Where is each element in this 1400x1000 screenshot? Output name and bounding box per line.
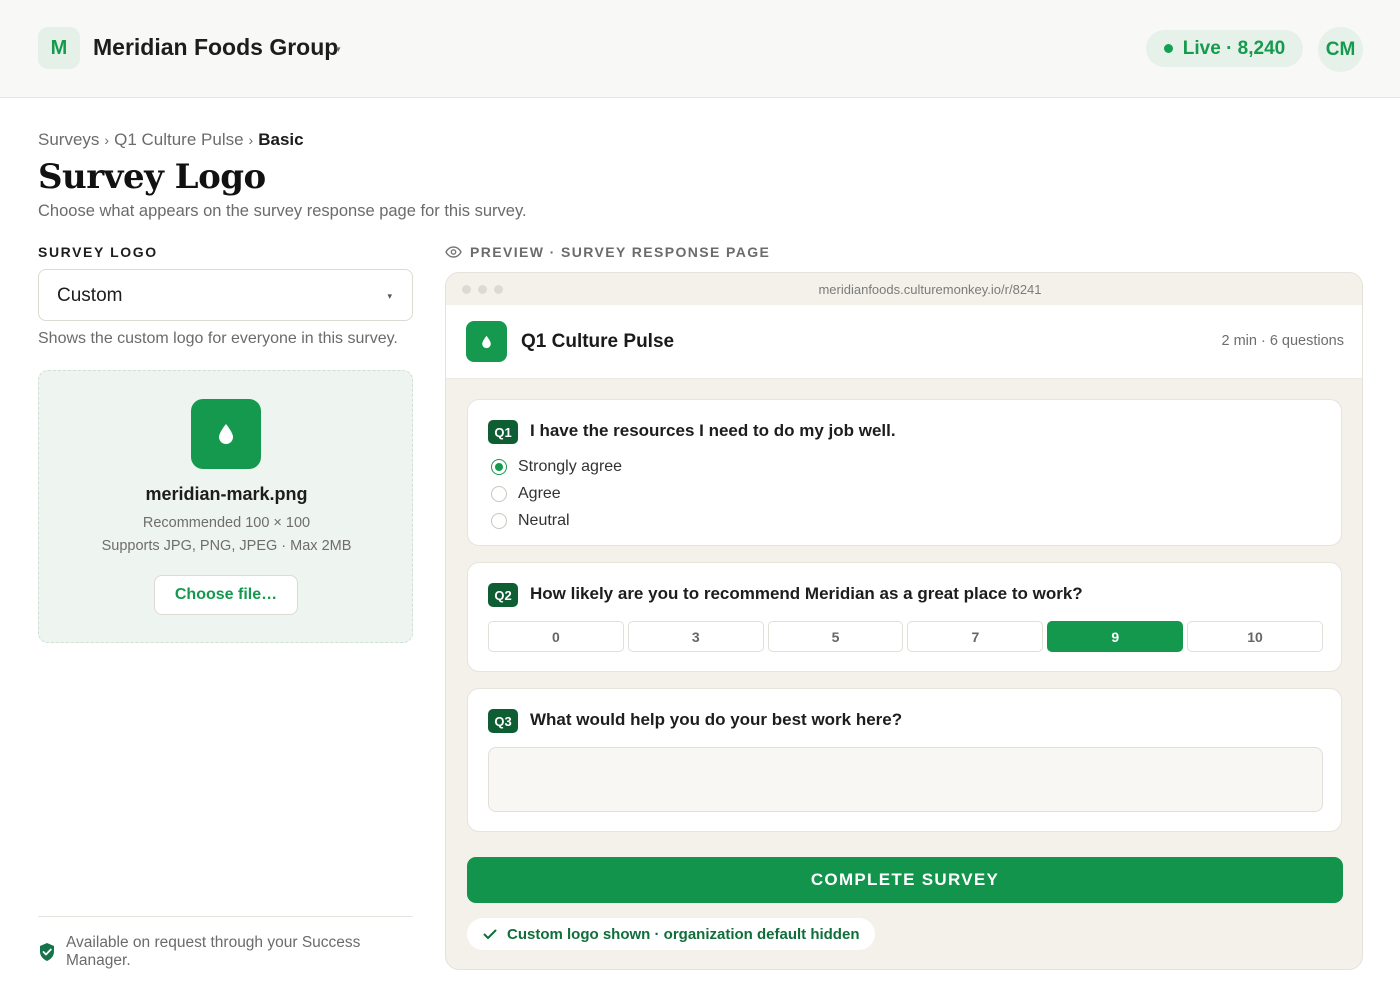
breadcrumb-item-surveys[interactable]: Surveys <box>38 130 99 149</box>
logo-mode-value: Custom <box>57 285 123 306</box>
logo-mode-hint: Shows the custom logo for everyone in th… <box>38 330 398 347</box>
availability-note: Available on request through your Succes… <box>66 934 361 969</box>
option-label: Strongly agree <box>518 458 623 475</box>
live-status-badge[interactable]: Live · 8,240 <box>1146 30 1303 67</box>
question-badge: Q2 <box>488 583 518 607</box>
scale-option-0[interactable]: 0 <box>488 621 624 652</box>
survey-meta: 2 min · 6 questions <box>1221 333 1344 349</box>
browser-bar: meridianfoods.culturemonkey.io/r/8241 <box>446 273 1362 305</box>
radio[interactable] <box>491 513 507 529</box>
shield-check-icon <box>40 943 54 961</box>
survey-preview-frame: meridianfoods.culturemonkey.io/r/8241 Q1… <box>445 272 1363 970</box>
divider <box>38 916 413 917</box>
logo-status-pill: Custom logo shown · organization default… <box>467 918 876 950</box>
check-icon <box>483 929 497 939</box>
breadcrumb-separator: › <box>104 132 110 148</box>
question-badge: Q3 <box>488 709 518 733</box>
logo-mode-select[interactable]: Custom ▾ <box>38 269 413 321</box>
live-dot-icon <box>1163 44 1173 53</box>
page-title: Survey Logo <box>38 157 266 197</box>
option-label: Neutral <box>518 512 570 529</box>
question-card-q1: Q1 I have the resources I need to do my … <box>467 399 1342 546</box>
scale-option-5[interactable]: 5 <box>767 621 904 652</box>
question-badge: Q1 <box>488 420 518 444</box>
logo-preview-thumbnail <box>191 399 261 469</box>
survey-logo <box>466 321 507 362</box>
breadcrumb: Surveys › Q1 Culture Pulse › Basic <box>38 130 304 150</box>
breadcrumb-current: Basic <box>258 130 304 149</box>
option-label: Agree <box>518 485 561 502</box>
answer-textarea[interactable] <box>488 747 1323 812</box>
uploaded-file-name: meridian-mark.png <box>145 484 308 504</box>
radio[interactable] <box>491 486 507 502</box>
option-neutral[interactable]: Neutral <box>491 512 570 530</box>
nps-scale: 0 3 5 7 9 10 <box>488 621 1323 653</box>
question-card-q2: Q2 How likely are you to recommend Merid… <box>467 562 1342 672</box>
supported-formats-text: Supports JPG, PNG, JPEG · Max 2MB <box>101 538 352 554</box>
user-avatar[interactable]: CM <box>1318 27 1363 72</box>
chevron-down-icon[interactable]: ▾ <box>336 44 341 55</box>
logo-upload-card[interactable]: meridian-mark.png Recommended 100 × 100 … <box>38 370 413 643</box>
page-subtitle: Choose what appears on the survey respon… <box>38 202 527 220</box>
choose-file-button[interactable]: Choose file… <box>154 575 298 615</box>
chevron-down-icon: ▾ <box>387 291 392 301</box>
survey-logo-label: SURVEY LOGO <box>38 244 158 260</box>
question-text: I have the resources I need to do my job… <box>530 421 896 440</box>
survey-header: Q1 Culture Pulse 2 min · 6 questions <box>446 305 1362 379</box>
breadcrumb-separator: › <box>248 132 254 148</box>
question-text: How likely are you to recommend Meridian… <box>530 584 1083 603</box>
droplet-icon <box>219 424 233 444</box>
recommended-size-text: Recommended 100 × 100 <box>142 515 311 531</box>
question-card-q3: Q3 What would help you do your best work… <box>467 688 1342 832</box>
question-text: What would help you do your best work he… <box>530 710 903 729</box>
scale-option-7[interactable]: 7 <box>907 621 1044 652</box>
live-count-label: Live · 8,240 <box>1182 37 1286 59</box>
preview-url: meridianfoods.culturemonkey.io/r/8241 <box>818 282 1042 297</box>
option-agree[interactable]: Agree <box>491 485 561 503</box>
option-strongly-agree[interactable]: Strongly agree <box>491 458 622 476</box>
scale-option-10[interactable]: 10 <box>1187 621 1323 652</box>
org-avatar[interactable]: M <box>38 27 80 69</box>
scale-option-3[interactable]: 3 <box>627 621 764 652</box>
radio-selected[interactable] <box>491 459 507 475</box>
scale-option-9-selected[interactable]: 9 <box>1047 621 1184 652</box>
complete-survey-button[interactable]: COMPLETE SURVEY <box>467 857 1343 903</box>
breadcrumb-item-survey[interactable]: Q1 Culture Pulse <box>114 130 243 149</box>
survey-title: Q1 Culture Pulse <box>521 331 675 352</box>
org-switcher-name[interactable]: Meridian Foods Group <box>93 34 338 61</box>
logo-status-text: Custom logo shown · organization default… <box>507 925 860 943</box>
eye-icon <box>445 246 462 258</box>
droplet-icon <box>482 335 491 348</box>
preview-label: PREVIEW · SURVEY RESPONSE PAGE <box>470 244 771 260</box>
top-bar: M Meridian Foods Group ▾ Live · 8,240 CM <box>0 0 1400 98</box>
